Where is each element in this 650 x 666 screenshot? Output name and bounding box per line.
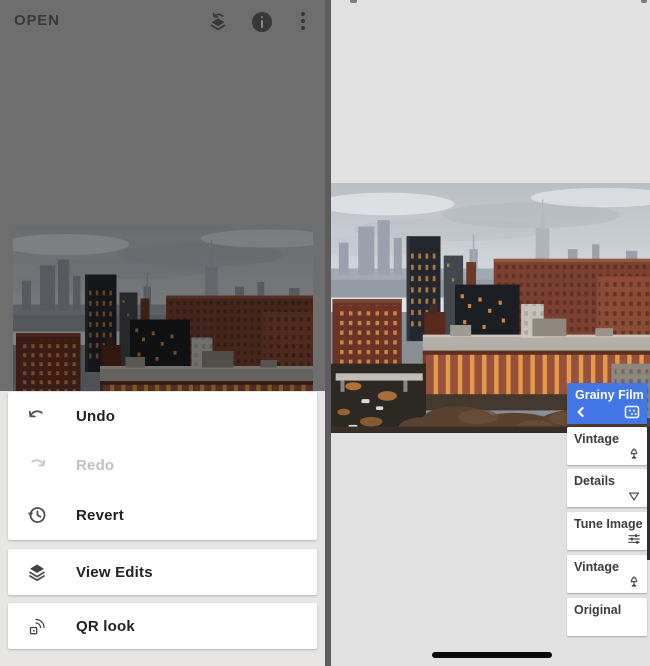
photo-preview-dimmed (13, 225, 313, 392)
undo-menu-card: Undo Redo Revert (8, 392, 317, 540)
triangle-icon (627, 489, 641, 503)
cropped-toolbar-icon (350, 0, 357, 3)
menu-item-label: Revert (76, 506, 124, 524)
edit-card-label: Original (574, 603, 622, 617)
active-edit-label: Grainy Film (575, 388, 644, 402)
layers-icon (25, 560, 49, 584)
menu-item-view-edits[interactable]: View Edits (8, 549, 317, 595)
menu-item-label: Undo (76, 408, 116, 426)
menu-item-label: View Edits (76, 563, 153, 581)
grain-adjust-icon[interactable] (624, 405, 640, 419)
edit-card-vintage-2[interactable]: Vintage (567, 555, 647, 593)
edit-card-label: Tune Image (574, 517, 643, 531)
menu-item-qr-look[interactable]: QR look (8, 603, 317, 649)
edit-card-vintage-1[interactable]: Vintage (567, 427, 647, 465)
info-icon[interactable] (252, 12, 272, 32)
edit-card-tune-image[interactable]: Tune Image (567, 512, 647, 550)
left-screenshot: OPEN Undo Redo Revert View Edits QR look (0, 0, 325, 666)
redo-icon (25, 454, 49, 478)
tune-sliders-icon (627, 532, 641, 546)
screenshot-canvas: OPEN Undo Redo Revert View Edits QR look… (0, 0, 650, 666)
back-chevron-icon[interactable] (574, 405, 588, 419)
revert-history-icon (25, 503, 49, 527)
menu-item-revert[interactable]: Revert (8, 491, 317, 540)
active-edit-card-grainy-film[interactable]: Grainy Film (567, 383, 647, 424)
edit-card-label: Details (574, 474, 615, 488)
lamp-icon (627, 447, 641, 461)
menu-item-label: Redo (76, 457, 115, 475)
qr-scan-icon (25, 614, 49, 638)
menu-item-label: QR look (76, 617, 135, 635)
edit-card-label: Vintage (574, 432, 619, 446)
cropped-toolbar-icon (641, 0, 647, 3)
menu-item-redo[interactable]: Redo (8, 441, 317, 490)
edit-options-menu: Undo Redo Revert View Edits QR look (0, 391, 325, 666)
open-button[interactable]: OPEN (14, 12, 60, 29)
lamp-icon (627, 575, 641, 589)
edit-card-original[interactable]: Original (567, 598, 647, 636)
right-screenshot: Grainy Film Vintage Details Tune Image V… (325, 0, 650, 666)
toolbar: OPEN (0, 0, 325, 44)
menu-item-undo[interactable]: Undo (8, 392, 317, 441)
qr-look-card: QR look (8, 603, 317, 649)
home-indicator[interactable] (432, 652, 552, 658)
edit-card-details[interactable]: Details (567, 469, 647, 507)
dim-overlay (13, 225, 313, 392)
view-edits-history-icon[interactable] (206, 10, 230, 34)
overflow-menu-icon[interactable] (301, 12, 305, 32)
undo-icon (25, 405, 49, 429)
view-edits-card: View Edits (8, 549, 317, 595)
edit-card-label: Vintage (574, 560, 619, 574)
